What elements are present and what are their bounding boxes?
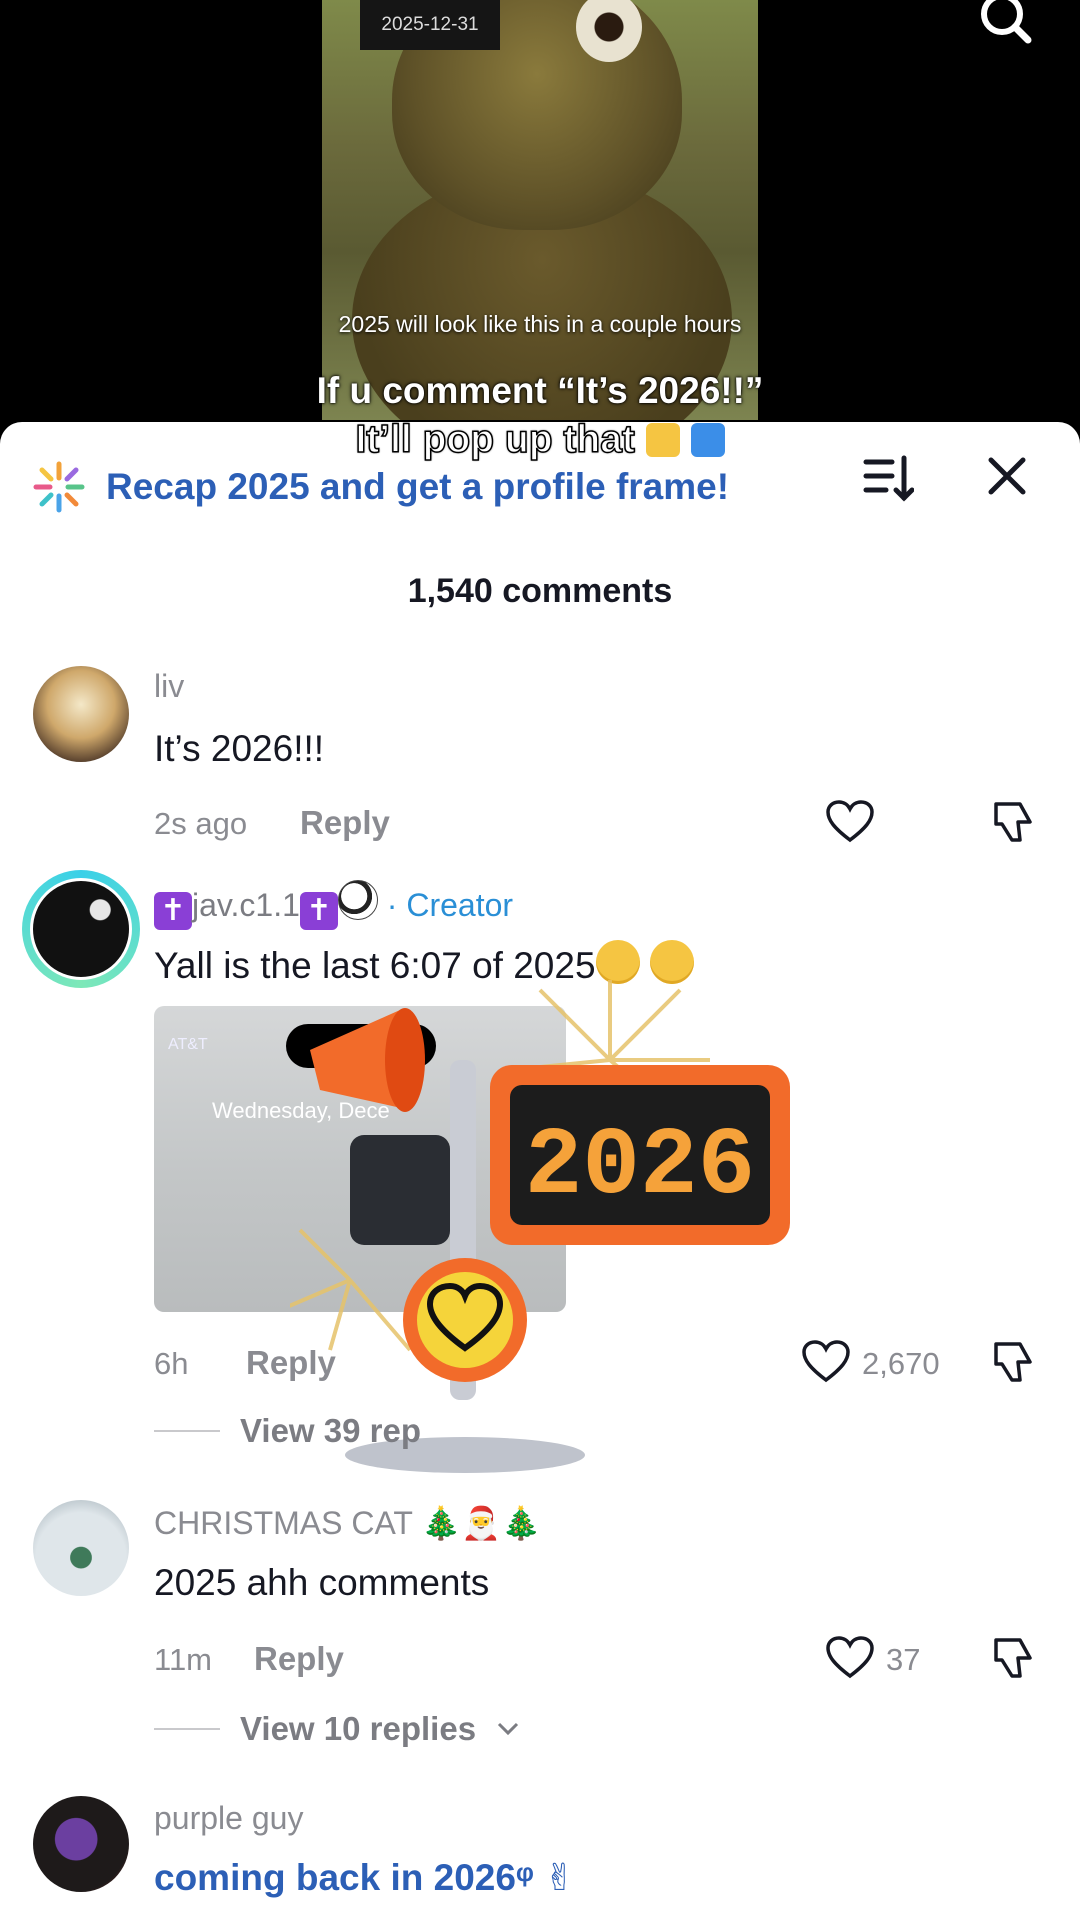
heart-icon[interactable] — [826, 1636, 874, 1680]
dislike-icon[interactable] — [990, 798, 1038, 846]
cross-emoji-icon: ✝ — [154, 892, 192, 930]
author-emoji: 🎄🎅🎄 — [421, 1505, 541, 1541]
comment-author[interactable]: CHRISTMAS CAT 🎄🎅🎄 — [154, 1504, 541, 1542]
comment-time: 11m — [154, 1642, 213, 1677]
divider-line — [154, 1430, 220, 1432]
recap-banner[interactable]: Recap 2025 and get a profile frame! — [32, 460, 729, 514]
creator-label: · Creator — [386, 887, 514, 923]
video-overlay-text-1: If u comment “It’s 2026!!” — [316, 370, 764, 411]
year-sign-text: 2026 — [525, 1112, 755, 1221]
author-name: CHRISTMAS CAT — [154, 1505, 413, 1541]
dislike-icon[interactable] — [990, 1634, 1038, 1682]
heart-icon[interactable] — [802, 1340, 850, 1384]
reply-button[interactable]: Reply — [246, 1344, 336, 1382]
video-thumbnail[interactable] — [322, 0, 758, 420]
sparkle-icon — [33, 461, 85, 513]
comment-time: 6h — [154, 1346, 189, 1381]
cross-emoji-icon: ✝ — [299, 892, 338, 930]
view-replies-label[interactable]: View 10 replies — [240, 1710, 476, 1748]
like-count: 2,670 — [862, 1346, 940, 1381]
chevron-down-icon — [497, 1722, 519, 1736]
avatar[interactable] — [33, 1500, 129, 1596]
heart-icon[interactable] — [826, 800, 874, 844]
video-caption: 2025 will look like this in a couple hou… — [338, 311, 742, 337]
new-year-sticker: 2026 — [290, 980, 790, 1473]
pleading-face-icon — [595, 940, 640, 984]
carrier-label: AT&T — [168, 1036, 208, 1053]
author-name: jav.c1.1 — [192, 887, 300, 923]
search-icon[interactable] — [972, 0, 1038, 50]
comment-author[interactable]: liv — [154, 668, 184, 705]
comment-count: 1,540 comments — [407, 572, 673, 610]
divider-line — [154, 1728, 220, 1730]
recap-text[interactable]: Recap 2025 and get a profile frame! — [106, 466, 729, 508]
soccer-ball-icon — [337, 880, 378, 920]
megaphone-icon — [310, 1008, 425, 1112]
comment-author[interactable]: purple guy — [154, 1800, 303, 1837]
creator-avatar[interactable] — [22, 870, 140, 988]
dislike-icon[interactable] — [990, 1338, 1038, 1386]
comment-text-suffix: ᵠ ✌ — [515, 1857, 576, 1898]
comment-author[interactable]: ✝ jav.c1.1 ✝ · Creator — [154, 880, 513, 930]
view-replies-button[interactable]: View 10 replies — [154, 1710, 520, 1748]
like-count: 37 — [886, 1642, 921, 1677]
down-arrow-icon — [690, 423, 725, 457]
video-overlay-text-2: It’ll pop up that — [0, 417, 1080, 462]
comment-text: It’s 2026!!! — [154, 728, 325, 769]
comment-time: 2s ago — [154, 806, 248, 841]
comment-text: 2025 ahh comments — [154, 1562, 490, 1603]
comment-text: coming back in 2026ᵠ ✌ — [154, 1856, 575, 1899]
avatar-image — [30, 878, 132, 980]
view-replies-button[interactable]: View 39 rep — [154, 1412, 421, 1450]
traffic-light-box — [350, 1135, 450, 1245]
view-replies-label[interactable]: View 39 rep — [240, 1412, 421, 1450]
overlay-line2-text: It’ll pop up that — [355, 417, 636, 462]
avatar[interactable] — [33, 666, 129, 762]
date-badge: 2025-12-31 — [360, 0, 500, 50]
avatar[interactable] — [33, 1796, 129, 1892]
pleading-face-icon — [649, 940, 694, 984]
reply-button[interactable]: Reply — [300, 804, 390, 842]
pointing-down-icon — [645, 423, 680, 457]
reply-button[interactable]: Reply — [254, 1640, 344, 1678]
comment-text-content: coming back in 2026 — [154, 1857, 516, 1898]
